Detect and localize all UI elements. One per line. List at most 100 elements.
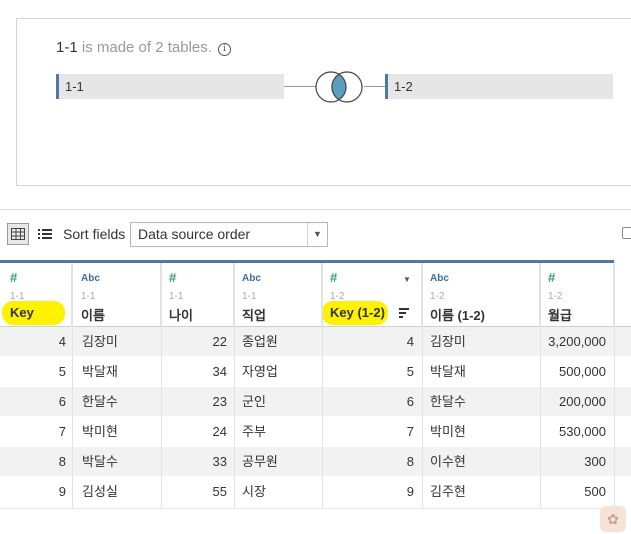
column-name[interactable]: 월급 (548, 305, 572, 324)
column-header-name[interactable]: Abc 1-1 이름 (72, 263, 161, 327)
table-cell: 4 (58, 334, 66, 349)
table-cell: 33 (212, 454, 227, 469)
table-cell: 5 (58, 364, 66, 379)
join-connector-left (284, 86, 316, 87)
table-row: 4 김장미 22 종업원 4 김장미 3,200,000 (0, 327, 631, 357)
column-header-name-1-2[interactable]: Abc 1-2 이름 (1-2) (422, 263, 540, 327)
table-row: 8 박달수 33 공무원 8 이수현 300 (0, 447, 631, 477)
table-cell: 200,000 (559, 394, 606, 409)
table-cell: 300 (584, 454, 606, 469)
table-cell: 8 (58, 454, 66, 469)
table-cell: 시장 (242, 484, 266, 499)
join-connector-right (364, 86, 386, 87)
column-source: 1-2 (548, 291, 563, 302)
column-source: 1-1 (242, 291, 257, 302)
grid-bottom-border (0, 508, 614, 509)
table-cell: 이수현 (430, 454, 466, 469)
column-divider (234, 263, 235, 508)
table-cell: 9 (406, 484, 414, 499)
table-cell: 한달수 (82, 394, 118, 409)
column-header-salary[interactable]: # 1-2 월급 (540, 263, 614, 327)
column-header-key[interactable]: # 1-1 Key (0, 263, 72, 327)
table-cell: 8 (406, 454, 414, 469)
table-cell: 9 (58, 484, 66, 499)
table-cell: 23 (212, 394, 227, 409)
string-type-icon[interactable]: Abc (81, 273, 100, 284)
number-type-icon[interactable]: # (548, 270, 555, 285)
column-header-key-1-2[interactable]: # ▼ 1-2 Key (1-2) (322, 263, 422, 327)
column-divider (540, 263, 541, 508)
table-cell: 22 (212, 334, 227, 349)
left-table-box[interactable]: 1-1 (56, 74, 284, 99)
column-divider (322, 263, 323, 508)
table-cell: 5 (406, 364, 414, 379)
table-cell: 김주현 (430, 484, 466, 499)
number-type-icon[interactable]: # (10, 270, 17, 285)
column-name[interactable]: 직업 (242, 305, 266, 324)
table-cell: 박달재 (82, 364, 118, 379)
watermark-logo: ✿ (600, 506, 626, 532)
join-title-text: is made of 2 tables. (77, 39, 212, 56)
table-cell: 김장미 (430, 334, 466, 349)
column-divider (161, 263, 162, 508)
chevron-down-icon[interactable]: ▼ (307, 223, 327, 246)
grid-view-button[interactable] (7, 223, 29, 245)
table-cell: 자영업 (242, 364, 278, 379)
number-type-icon[interactable]: # (169, 270, 176, 285)
table-cell: 종업원 (242, 334, 278, 349)
data-grid: # 1-1 Key Abc 1-1 이름 # 1-1 나이 Abc 1-1 직업… (0, 263, 631, 507)
column-name[interactable]: Key (1-2) (330, 305, 385, 320)
list-view-button[interactable] (34, 223, 56, 245)
column-header-age[interactable]: # 1-1 나이 (161, 263, 234, 327)
inner-join-venn-icon[interactable] (314, 71, 364, 108)
join-panel: 1-1 is made of 2 tables. i 1-1 1-2 (16, 18, 631, 186)
table-cell: 55 (212, 484, 227, 499)
column-divider (72, 263, 73, 508)
table-cell: 530,000 (559, 424, 606, 439)
string-type-icon[interactable]: Abc (242, 273, 261, 284)
table-cell: 500 (584, 484, 606, 499)
table-cell: 7 (406, 424, 414, 439)
table-cell: 한달수 (430, 394, 466, 409)
column-divider (614, 263, 615, 508)
table-cell: 공무원 (242, 454, 278, 469)
table-cell: 김장미 (82, 334, 118, 349)
table-cell: 박달재 (430, 364, 466, 379)
info-icon[interactable]: i (217, 43, 231, 56)
table-cell: 6 (406, 394, 414, 409)
column-source: 1-1 (169, 291, 184, 302)
column-source: 1-1 (81, 291, 96, 302)
table-cell: 박미현 (430, 424, 466, 439)
table-cell: 군인 (242, 394, 266, 409)
grid-view-icon (11, 228, 25, 240)
show-aliases-checkbox[interactable] (622, 227, 631, 239)
table-row: 9 김성실 55 시장 9 김주현 500 (0, 477, 631, 507)
table-cell: 4 (406, 334, 414, 349)
logical-table-name: 1-1 (56, 39, 78, 56)
column-name[interactable]: 이름 (1-2) (430, 305, 485, 324)
column-source: 1-2 (430, 291, 445, 302)
sort-fields-select[interactable]: Data source order ▼ (130, 222, 328, 247)
table-cell: 김성실 (82, 484, 118, 499)
table-cell: 6 (58, 394, 66, 409)
column-name[interactable]: Key (10, 305, 34, 320)
grid-header-row: # 1-1 Key Abc 1-1 이름 # 1-1 나이 Abc 1-1 직업… (0, 263, 631, 327)
string-type-icon[interactable]: Abc (430, 273, 449, 284)
table-cell: 주부 (242, 424, 266, 439)
column-name[interactable]: 이름 (81, 305, 105, 324)
table-cell: 박미현 (82, 424, 118, 439)
number-type-icon[interactable]: # (330, 270, 337, 285)
sort-fields-value: Data source order (138, 226, 251, 242)
column-header-job[interactable]: Abc 1-1 직업 (234, 263, 322, 327)
sort-icon[interactable] (399, 308, 409, 320)
table-row: 6 한달수 23 군인 6 한달수 200,000 (0, 387, 631, 417)
table-row: 7 박미현 24 주부 7 박미현 530,000 (0, 417, 631, 447)
table-cell: 박달수 (82, 454, 118, 469)
panel-divider[interactable] (0, 209, 631, 210)
column-name[interactable]: 나이 (169, 305, 193, 324)
right-table-box[interactable]: 1-2 (385, 74, 613, 99)
chevron-down-icon[interactable]: ▼ (403, 275, 411, 284)
table-row: 5 박달재 34 자영업 5 박달재 500,000 (0, 357, 631, 387)
list-view-icon (38, 229, 52, 239)
table-cell: 7 (58, 424, 66, 439)
